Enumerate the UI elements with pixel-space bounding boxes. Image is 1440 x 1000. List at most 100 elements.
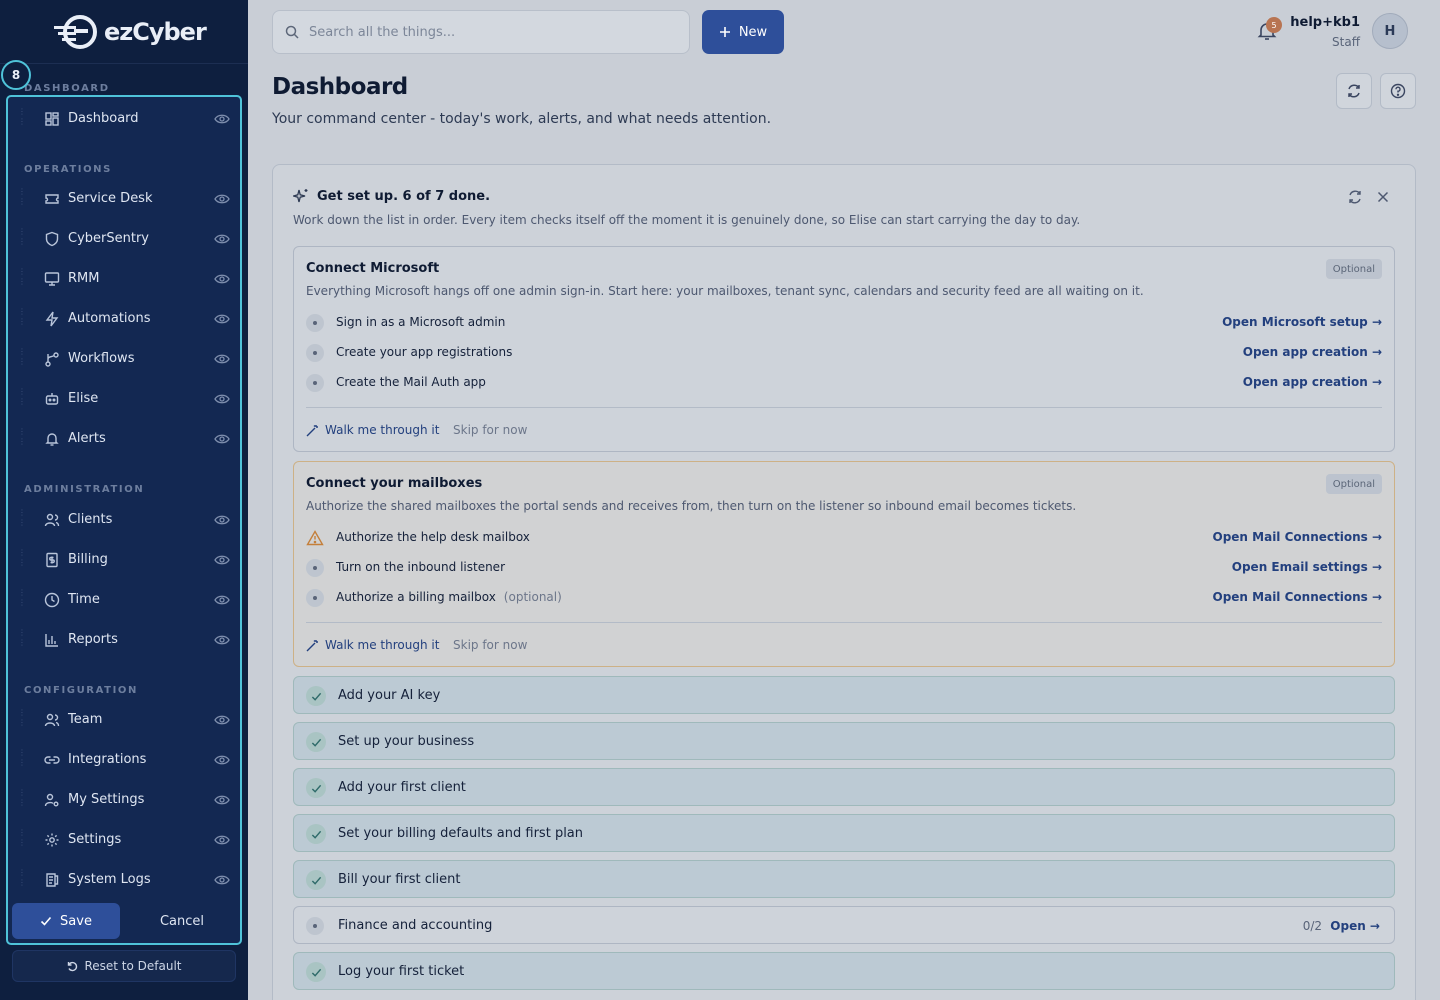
eye-icon[interactable]	[214, 713, 230, 727]
drag-handle-icon[interactable]: ⋮ ⋮	[18, 628, 26, 648]
cancel-button[interactable]: Cancel	[128, 903, 236, 939]
drag-handle-icon[interactable]: ⋮ ⋮	[18, 347, 26, 367]
save-button[interactable]: Save	[12, 903, 120, 939]
task-done-row[interactable]: Log your first ticket	[293, 952, 1395, 990]
eye-icon[interactable]	[214, 272, 230, 286]
open-link[interactable]: Open →	[1330, 919, 1380, 933]
step-label: Authorize the help desk mailbox	[336, 530, 530, 544]
sidebar-item-service-desk[interactable]: ⋮ ⋮ Service Desk	[14, 181, 236, 217]
eye-icon[interactable]	[214, 873, 230, 887]
eye-icon[interactable]	[214, 312, 230, 326]
shield-icon	[45, 231, 59, 247]
step-link[interactable]: Open Mail Connections →	[1213, 590, 1383, 604]
drag-handle-icon[interactable]: ⋮ ⋮	[18, 748, 26, 768]
gear-icon	[45, 833, 59, 847]
drag-handle-icon[interactable]: ⋮ ⋮	[18, 548, 26, 568]
step-link[interactable]: Open app creation →	[1243, 345, 1382, 359]
bar-chart-icon	[45, 634, 58, 647]
eye-icon[interactable]	[214, 833, 230, 847]
user-cog-icon	[44, 793, 59, 807]
setup-description: Work down the list in order. Every item …	[293, 213, 1081, 227]
sidebar-item-label: Dashboard	[68, 111, 139, 126]
drag-handle-icon[interactable]: ⋮ ⋮	[18, 588, 26, 608]
sidebar-item-workflows[interactable]: ⋮ ⋮ Workflows	[14, 341, 236, 377]
drag-handle-icon[interactable]: ⋮ ⋮	[18, 427, 26, 447]
sidebar-item-clients[interactable]: ⋮ ⋮ Clients	[14, 502, 236, 538]
new-button[interactable]: New	[702, 10, 784, 54]
eye-icon[interactable]	[214, 553, 230, 567]
eye-icon[interactable]	[214, 793, 230, 807]
step-link[interactable]: Open app creation →	[1243, 375, 1382, 389]
step-link[interactable]: Open Microsoft setup →	[1222, 315, 1382, 329]
search-box[interactable]	[272, 10, 690, 54]
task-done-row[interactable]: Set up your business	[293, 722, 1395, 760]
bell-icon	[45, 433, 59, 446]
branch-icon	[45, 352, 59, 367]
skip-button[interactable]: Skip for now	[453, 423, 527, 437]
sidebar-item-settings[interactable]: ⋮ ⋮ Settings	[14, 822, 236, 858]
task-done-row[interactable]: Add your AI key	[293, 676, 1395, 714]
walk-label: Walk me through it	[325, 638, 440, 652]
task-done-row[interactable]: Bill your first client	[293, 860, 1395, 898]
sidebar-item-reports[interactable]: ⋮ ⋮ Reports	[14, 622, 236, 658]
eye-icon[interactable]	[214, 432, 230, 446]
optional-note: (optional)	[503, 590, 562, 604]
sidebar-item-label: Clients	[68, 512, 113, 527]
reset-to-default-button[interactable]: Reset to Default	[12, 950, 236, 982]
search-input[interactable]	[309, 24, 669, 40]
avatar[interactable]: H	[1372, 13, 1408, 49]
eye-icon[interactable]	[214, 633, 230, 647]
eye-icon[interactable]	[214, 112, 230, 126]
task-done-row[interactable]: Add your first client	[293, 768, 1395, 806]
sidebar-item-automations[interactable]: ⋮ ⋮ Automations	[14, 301, 236, 337]
logo[interactable]: ezCyber	[52, 12, 207, 52]
task-finance-row[interactable]: Finance and accounting 0/2 Open →	[293, 906, 1395, 944]
step-label: Authorize a billing mailbox	[336, 590, 496, 604]
step-link[interactable]: Open Mail Connections →	[1213, 530, 1383, 544]
walk-me-through-button[interactable]: Walk me through it	[306, 638, 439, 652]
drag-handle-icon[interactable]: ⋮ ⋮	[18, 868, 26, 888]
sidebar-item-cybersentry[interactable]: ⋮ ⋮ CyberSentry	[14, 221, 236, 257]
sidebar-item-billing[interactable]: ⋮ ⋮ Billing	[14, 542, 236, 578]
sidebar-item-rmm[interactable]: ⋮ ⋮ RMM	[14, 261, 236, 297]
drag-handle-icon[interactable]: ⋮ ⋮	[18, 107, 26, 127]
eye-icon[interactable]	[214, 392, 230, 406]
drag-handle-icon[interactable]: ⋮ ⋮	[18, 187, 26, 207]
skip-button[interactable]: Skip for now	[453, 638, 527, 652]
drag-handle-icon[interactable]: ⋮ ⋮	[18, 267, 26, 287]
bot-icon	[45, 393, 59, 405]
sidebar-item-system-logs[interactable]: ⋮ ⋮ System Logs	[14, 862, 236, 898]
eye-icon[interactable]	[214, 513, 230, 527]
sidebar-item-elise[interactable]: ⋮ ⋮ Elise	[14, 381, 236, 417]
drag-handle-icon[interactable]: ⋮ ⋮	[18, 828, 26, 848]
drag-handle-icon[interactable]: ⋮ ⋮	[18, 508, 26, 528]
bolt-icon	[45, 311, 59, 327]
sidebar-item-integrations[interactable]: ⋮ ⋮ Integrations	[14, 742, 236, 778]
drag-handle-icon[interactable]: ⋮ ⋮	[18, 227, 26, 247]
walk-me-through-button[interactable]: Walk me through it	[306, 423, 439, 437]
sidebar-item-team[interactable]: ⋮ ⋮ Team	[14, 702, 236, 738]
refresh-button[interactable]	[1336, 73, 1372, 109]
drag-handle-icon[interactable]: ⋮ ⋮	[18, 708, 26, 728]
step-row: Authorize the help desk mailbox Open Mai…	[306, 526, 1382, 550]
drag-handle-icon[interactable]: ⋮ ⋮	[18, 788, 26, 808]
eye-icon[interactable]	[214, 753, 230, 767]
sidebar-item-time[interactable]: ⋮ ⋮ Time	[14, 582, 236, 618]
drag-handle-icon[interactable]: ⋮ ⋮	[18, 307, 26, 327]
task-done-row[interactable]: Set your billing defaults and first plan	[293, 814, 1395, 852]
magic-wand-icon	[306, 639, 318, 651]
eye-icon[interactable]	[214, 593, 230, 607]
sidebar-item-my-settings[interactable]: ⋮ ⋮ My Settings	[14, 782, 236, 818]
drag-handle-icon[interactable]: ⋮ ⋮	[18, 387, 26, 407]
eye-icon[interactable]	[214, 192, 230, 206]
eye-icon[interactable]	[214, 352, 230, 366]
close-icon[interactable]	[1375, 189, 1391, 205]
help-button[interactable]	[1380, 73, 1416, 109]
refresh-icon[interactable]	[1347, 189, 1363, 205]
eye-icon[interactable]	[214, 232, 230, 246]
step-link[interactable]: Open Email settings →	[1232, 560, 1382, 574]
sidebar-item-dashboard[interactable]: ⋮ ⋮ Dashboard	[14, 101, 236, 137]
user-name[interactable]: help+kb1	[1290, 15, 1360, 30]
step-label: Sign in as a Microsoft admin	[336, 315, 506, 329]
sidebar-item-alerts[interactable]: ⋮ ⋮ Alerts	[14, 421, 236, 457]
